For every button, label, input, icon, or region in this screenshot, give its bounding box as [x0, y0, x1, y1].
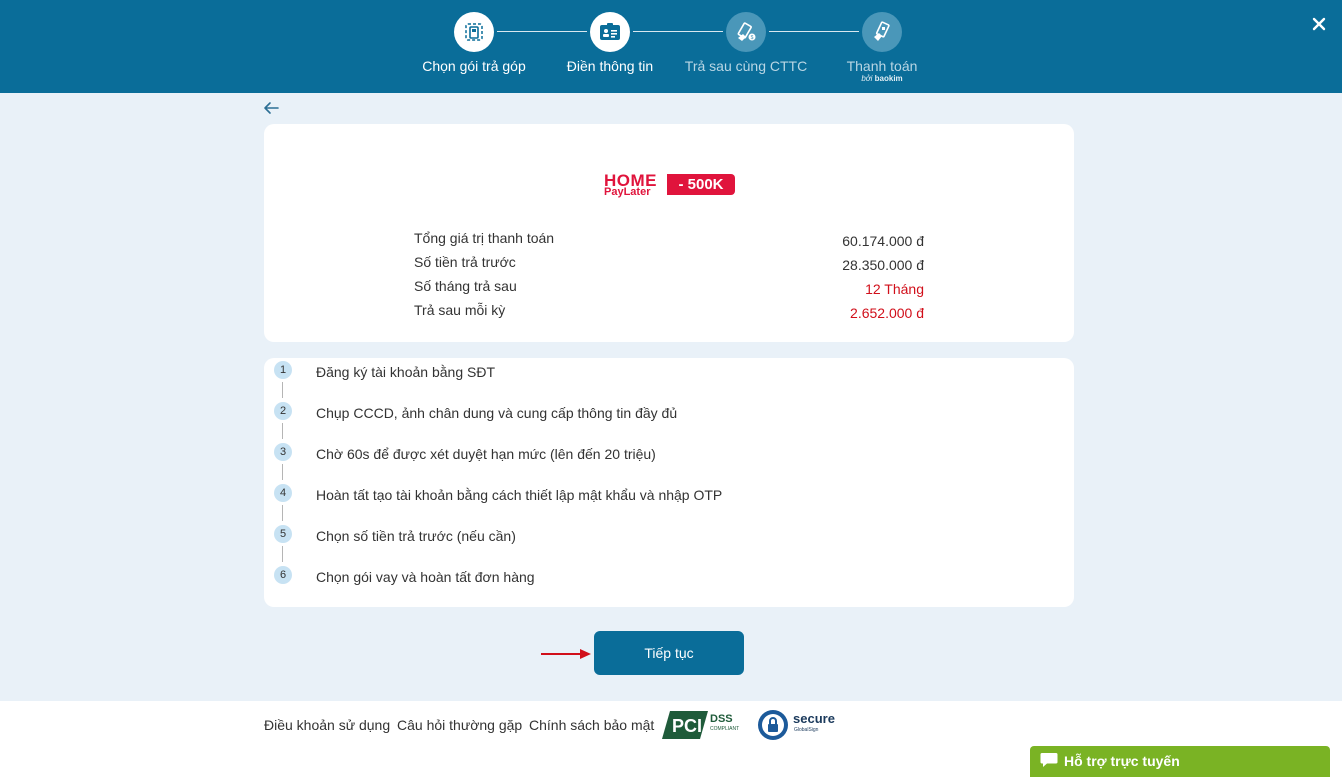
row-label: Số tiền trả trước: [414, 254, 516, 270]
svg-text:PCI: PCI: [672, 716, 702, 736]
row-label: Tổng giá trị thanh toán: [414, 230, 555, 246]
privacy-link[interactable]: Chính sách bảo mật: [529, 717, 654, 733]
step-number: 3: [274, 443, 292, 461]
pci-dss-logo: PCI DSS COMPLIANT: [662, 711, 739, 739]
svg-text:GlobalSign: GlobalSign: [794, 727, 819, 733]
logo-paylater-text: PayLater: [604, 186, 651, 198]
svg-text:COMPLIANT: COMPLIANT: [710, 726, 739, 732]
continue-button[interactable]: Tiếp tục: [594, 631, 744, 675]
red-arrow-icon: [541, 649, 591, 659]
svg-text:DSS: DSS: [710, 713, 733, 725]
process-step: 5 Chọn số tiền trả trước (nếu cần): [272, 522, 1032, 544]
step-fill-info[interactable]: Điền thông tin: [540, 12, 680, 74]
phone-card-icon: [454, 12, 494, 52]
summary-row: Số tiền trả trước 28.350.000 đ: [414, 254, 924, 274]
id-card-icon: [590, 12, 630, 52]
summary-row: Trả sau mỗi kỳ 2.652.000 đ: [414, 302, 924, 322]
close-icon[interactable]: [1310, 16, 1328, 34]
row-value: 12 Tháng: [865, 281, 924, 297]
step-number: 1: [274, 361, 292, 379]
step-text: Chờ 60s để được xét duyệt hạn mức (lên đ…: [316, 446, 656, 462]
faq-link[interactable]: Câu hỏi thường gặp: [397, 717, 522, 733]
step-text: Chọn gói vay và hoàn tất đơn hàng: [316, 569, 535, 585]
process-step: 2 Chụp CCCD, ảnh chân dung và cung cấp t…: [272, 399, 1032, 421]
row-label: Trả sau mỗi kỳ: [414, 302, 506, 318]
row-value: 2.652.000 đ: [850, 305, 924, 321]
money-hand-icon: $: [726, 12, 766, 52]
summary-card: HOME PayLater - 500K Tổng giá trị thanh …: [264, 124, 1074, 342]
step-number: 2: [274, 402, 292, 420]
row-value: 60.174.000 đ: [842, 233, 924, 249]
row-value: 28.350.000 đ: [842, 257, 924, 273]
terms-link[interactable]: Điều khoản sử dụng: [264, 717, 390, 733]
step-number: 4: [274, 484, 292, 502]
process-steps-card: 1 Đăng ký tài khoản bằng SĐT 2 Chụp CCCD…: [264, 358, 1074, 607]
step-divider: [282, 505, 283, 521]
summary-row: Số tháng trả sau 12 Tháng: [414, 278, 924, 298]
svg-text:$: $: [751, 35, 754, 41]
step-choose-plan[interactable]: Chọn gói trả góp: [404, 12, 544, 74]
summary-row: Tổng giá trị thanh toán 60.174.000 đ: [414, 230, 924, 250]
step-number: 6: [274, 566, 292, 584]
step-divider: [282, 546, 283, 562]
checkout-header: Chọn gói trả góp Điền thông tin $ Trả sa…: [0, 0, 1342, 93]
powered-by: bởi baokim: [861, 74, 903, 83]
process-step: 4 Hoàn tất tạo tài khoản bằng cách thiết…: [272, 481, 1032, 503]
arrow-left-icon[interactable]: [262, 100, 282, 118]
process-step: 6 Chọn gói vay và hoàn tất đơn hàng: [272, 563, 1032, 585]
discount-badge: - 500K: [667, 174, 735, 195]
step-label: Chọn gói trả góp: [422, 58, 526, 74]
row-label: Số tháng trả sau: [414, 278, 517, 294]
step-pay-later[interactable]: $ Trả sau cùng CTTC: [676, 12, 816, 74]
step-label: Trả sau cùng CTTC: [684, 58, 808, 74]
step-text: Đăng ký tài khoản bằng SĐT: [316, 364, 495, 380]
step-text: Hoàn tất tạo tài khoản bằng cách thiết l…: [316, 487, 723, 503]
card-hand-icon: [862, 12, 902, 52]
step-payment[interactable]: Thanh toán bởi baokim: [812, 12, 952, 83]
chat-bubble-icon: [1040, 753, 1058, 767]
svg-text:secure: secure: [793, 711, 835, 726]
support-label: Hỗ trợ trực tuyến: [1064, 753, 1180, 769]
online-support-button[interactable]: Hỗ trợ trực tuyến: [1030, 746, 1330, 777]
process-step: 3 Chờ 60s để được xét duyệt hạn mức (lên…: [272, 440, 1032, 462]
step-label: Thanh toán: [846, 58, 918, 74]
step-text: Chụp CCCD, ảnh chân dung và cung cấp thô…: [316, 405, 678, 421]
step-number: 5: [274, 525, 292, 543]
step-text: Chọn số tiền trả trước (nếu cần): [316, 528, 516, 544]
step-label: Điền thông tin: [566, 58, 654, 74]
globalsign-secure-logo: secure GlobalSign: [758, 710, 835, 740]
process-step: 1 Đăng ký tài khoản bằng SĐT: [272, 358, 1032, 380]
step-divider: [282, 382, 283, 398]
step-divider: [282, 423, 283, 439]
step-divider: [282, 464, 283, 480]
